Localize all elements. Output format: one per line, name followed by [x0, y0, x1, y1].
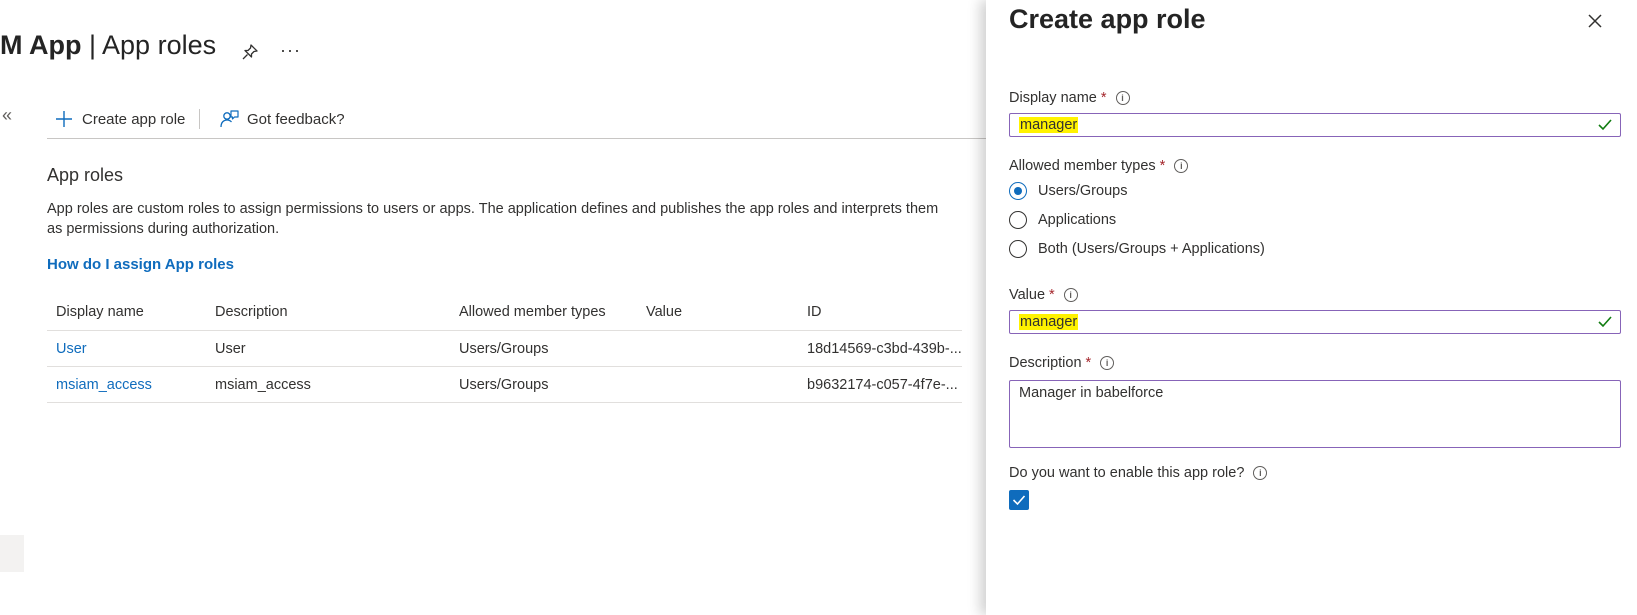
radio-selected-indicator[interactable]	[1009, 182, 1027, 200]
role-member-types: Users/Groups	[450, 330, 637, 367]
info-icon[interactable]: i	[1115, 91, 1130, 105]
member-types-label-text: Allowed member types	[1009, 158, 1156, 174]
radio-indicator[interactable]	[1009, 211, 1027, 229]
role-member-types: Users/Groups	[450, 366, 637, 403]
panel-title: Create app role	[1009, 4, 1206, 34]
value-label-text: Value	[1009, 287, 1046, 303]
create-app-role-button[interactable]: Create app role	[55, 100, 185, 138]
display-name-label-text: Display name	[1009, 90, 1097, 106]
assign-roles-help-link[interactable]: How do I assign App roles	[47, 256, 234, 273]
role-description: User	[206, 330, 450, 367]
collapse-menu-icon[interactable]: «	[2, 105, 12, 126]
value-label: Value * i	[1009, 287, 1078, 303]
member-types-label: Allowed member types * i	[1009, 158, 1189, 174]
required-mark: *	[1159, 158, 1166, 174]
radio-users-groups-label: Users/Groups	[1038, 183, 1128, 199]
description-textarea[interactable]: Manager in babelforce	[1009, 380, 1621, 448]
required-mark: *	[1100, 90, 1107, 106]
radio-applications-label: Applications	[1038, 212, 1117, 228]
column-header-member-types[interactable]: Allowed member types	[450, 294, 637, 331]
column-header-display-name[interactable]: Display name	[47, 294, 206, 331]
info-icon[interactable]: i	[1174, 159, 1189, 173]
display-name-input[interactable]: manager	[1009, 113, 1621, 137]
column-header-id[interactable]: ID	[798, 294, 962, 331]
close-icon[interactable]	[1584, 10, 1606, 32]
enable-label: Do you want to enable this app role? i	[1009, 465, 1268, 481]
required-mark: *	[1085, 355, 1092, 371]
role-id: b9632174-c057-4f7e-...	[798, 366, 962, 403]
toolbar-divider	[199, 109, 200, 129]
role-value	[637, 366, 798, 403]
column-header-value[interactable]: Value	[637, 294, 798, 331]
value-input[interactable]: manager	[1009, 310, 1621, 334]
plus-icon	[56, 111, 72, 127]
app-name: M App	[0, 30, 82, 60]
radio-applications[interactable]: Applications	[1009, 211, 1116, 229]
radio-both-label: Both (Users/Groups + Applications)	[1038, 241, 1265, 257]
role-value	[637, 330, 798, 367]
command-bar: Create app role Got feedback?	[47, 100, 992, 139]
section-description: App roles are custom roles to assign per…	[47, 201, 939, 237]
info-icon[interactable]: i	[1100, 356, 1115, 370]
radio-users-groups[interactable]: Users/Groups	[1009, 182, 1127, 200]
feedback-label: Got feedback?	[247, 110, 345, 128]
feedback-icon	[220, 110, 239, 128]
role-display-name-link[interactable]: User	[47, 330, 206, 367]
side-panel-stub	[0, 535, 24, 572]
valid-check-icon	[1598, 119, 1612, 131]
enable-checkbox[interactable]	[1009, 490, 1029, 510]
display-name-value: manager	[1019, 117, 1079, 133]
role-id: 18d14569-c3bd-439b-...	[798, 330, 962, 367]
table-header-row: Display name Description Allowed member …	[47, 294, 962, 331]
more-options-icon[interactable]: ···	[280, 40, 301, 61]
app-roles-table: Display name Description Allowed member …	[47, 294, 962, 403]
description-label-text: Description	[1009, 355, 1082, 371]
create-app-role-label: Create app role	[82, 110, 186, 128]
table-row[interactable]: User User Users/Groups 18d14569-c3bd-439…	[47, 330, 962, 367]
pin-icon[interactable]	[242, 44, 258, 65]
radio-both[interactable]: Both (Users/Groups + Applications)	[1009, 240, 1265, 258]
create-app-role-panel: Create app role Display name * i manager…	[986, 0, 1637, 615]
checkmark-icon	[1012, 495, 1026, 506]
feedback-button[interactable]: Got feedback?	[219, 100, 345, 138]
info-icon[interactable]: i	[1063, 288, 1078, 302]
role-description: msiam_access	[206, 366, 450, 403]
valid-check-icon	[1598, 316, 1612, 328]
column-header-description[interactable]: Description	[206, 294, 450, 331]
table-row[interactable]: msiam_access msiam_access Users/Groups b…	[47, 366, 962, 403]
info-icon[interactable]: i	[1253, 466, 1268, 480]
radio-indicator[interactable]	[1009, 240, 1027, 258]
display-name-label: Display name * i	[1009, 90, 1130, 106]
title-separator: |	[89, 30, 97, 60]
role-display-name-link[interactable]: msiam_access	[47, 366, 206, 403]
value-input-value: manager	[1019, 314, 1079, 330]
required-mark: *	[1049, 287, 1055, 303]
blade-name: App roles	[102, 30, 217, 60]
description-label: Description * i	[1009, 355, 1115, 371]
section-title: App roles	[47, 165, 124, 185]
page-title: M App | App roles	[0, 30, 216, 61]
enable-label-text: Do you want to enable this app role?	[1009, 465, 1245, 481]
description-value: Manager in babelforce	[1019, 385, 1164, 401]
